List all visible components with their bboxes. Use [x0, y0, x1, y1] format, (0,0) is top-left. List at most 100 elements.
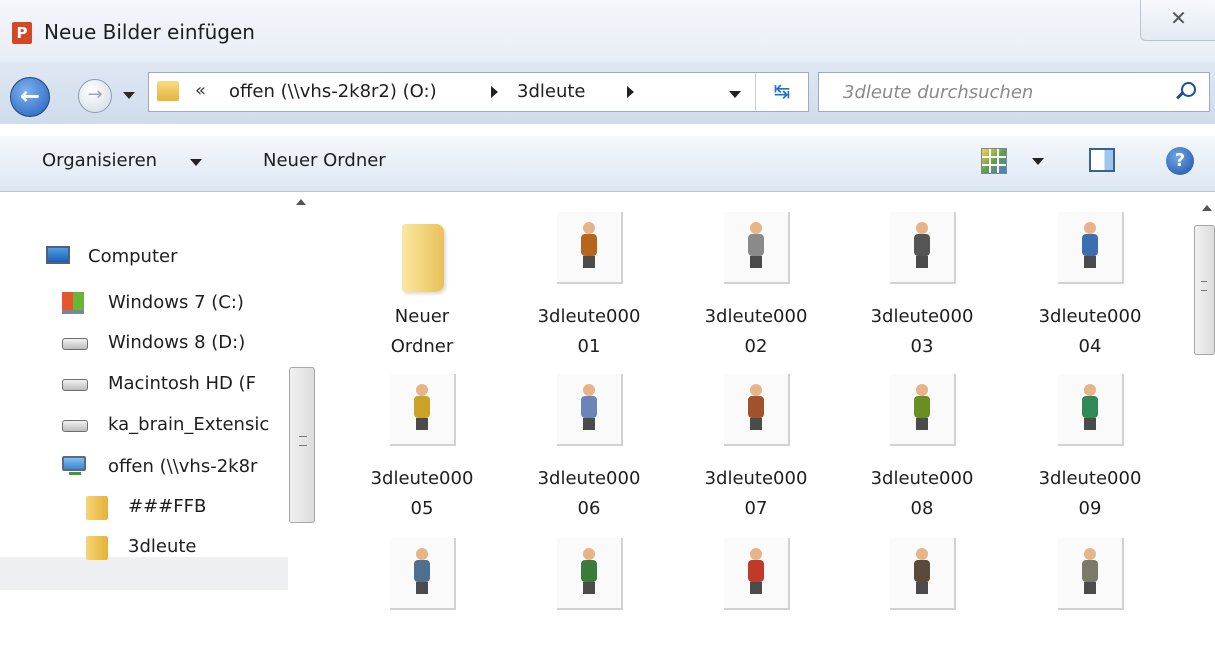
chevron-down-icon[interactable]	[1032, 158, 1044, 165]
character-figure-icon	[579, 548, 599, 594]
search-input[interactable]: 3dleute durchsuchen	[818, 72, 1210, 112]
forward-button[interactable]: →	[78, 79, 112, 113]
breadcrumb-segment[interactable]: 3dleute	[517, 81, 586, 102]
back-button[interactable]: ←	[10, 77, 50, 117]
figure-legs	[916, 582, 928, 594]
content-scrollbar-thumb[interactable]	[1194, 225, 1215, 355]
breadcrumb-arrow-icon[interactable]	[491, 86, 498, 98]
thumbnail-image	[724, 212, 790, 284]
folder-tile[interactable]: Neuer Ordner	[366, 212, 478, 357]
refresh-button[interactable]: ↹	[755, 73, 808, 111]
file-name-line: 08	[910, 498, 934, 519]
figure-body	[914, 560, 930, 582]
nav-item[interactable]: Windows 8 (D:)	[0, 326, 288, 360]
image-tile[interactable]	[366, 538, 478, 658]
organize-button[interactable]: Organisieren	[42, 150, 157, 171]
file-name: 3dleute000 04	[1034, 302, 1146, 362]
thumbnail-image	[390, 374, 456, 446]
file-name-line: 06	[577, 498, 601, 519]
search-placeholder: 3dleute durchsuchen	[843, 82, 1034, 103]
overflow-chevron[interactable]: «	[195, 80, 206, 101]
search-icon[interactable]	[1181, 82, 1196, 97]
nav-item-label: 3dleute	[128, 536, 197, 557]
thumbnail-image	[1058, 212, 1124, 284]
nav-item[interactable]: offen (\\vhs-2k8r	[0, 450, 288, 484]
figure-legs	[583, 418, 595, 430]
image-tile[interactable]: 3dleute000 02	[700, 212, 812, 357]
figure-body	[1082, 560, 1098, 582]
thumbnail-image	[724, 374, 790, 446]
image-tile[interactable]	[866, 538, 978, 658]
figure-head	[916, 384, 928, 396]
image-tile[interactable]	[533, 538, 645, 658]
preview-pane-icon[interactable]	[1089, 148, 1115, 172]
figure-body	[581, 560, 597, 582]
thumbnail-image	[1058, 374, 1124, 446]
help-icon[interactable]: ?	[1166, 147, 1194, 175]
nav-scrollbar-thumb[interactable]	[289, 367, 315, 523]
nav-item[interactable]: Windows 7 (C:)	[0, 286, 288, 320]
address-dropdown-icon[interactable]	[729, 91, 741, 98]
thumbnail-image	[557, 374, 623, 446]
image-tile[interactable]: 3dleute000 05	[366, 374, 478, 519]
nav-item-label: ###FFB	[128, 496, 207, 517]
image-tile[interactable]	[700, 538, 812, 658]
figure-body	[1082, 234, 1098, 256]
figure-body	[414, 396, 430, 418]
image-tile[interactable]	[1034, 538, 1146, 658]
thumbnail-image	[557, 212, 623, 284]
scroll-up-arrow-icon[interactable]	[296, 199, 306, 205]
address-bar[interactable]: « offen (\\vhs-2k8r2) (O:) 3dleute ↹	[148, 72, 809, 112]
image-tile[interactable]: 3dleute000 09	[1034, 374, 1146, 519]
file-name: 3dleute000 06	[533, 464, 645, 524]
scroll-up-arrow-icon[interactable]	[1202, 205, 1212, 211]
image-tile[interactable]: 3dleute000 08	[866, 374, 978, 519]
image-tile[interactable]: 3dleute000 04	[1034, 212, 1146, 357]
image-tile[interactable]: 3dleute000 07	[700, 374, 812, 519]
figure-body	[748, 560, 764, 582]
image-tile[interactable]: 3dleute000 01	[533, 212, 645, 357]
thumbnail-image	[890, 538, 956, 610]
figure-body	[914, 396, 930, 418]
figure-legs	[750, 418, 762, 430]
character-figure-icon	[746, 548, 766, 594]
character-figure-icon	[746, 384, 766, 430]
breadcrumb-segment[interactable]: offen (\\vhs-2k8r2) (O:)	[229, 81, 437, 102]
figure-body	[1082, 396, 1098, 418]
character-figure-icon	[1080, 222, 1100, 268]
file-name: 3dleute000 09	[1034, 464, 1146, 524]
chevron-down-icon[interactable]	[190, 159, 202, 166]
figure-head	[416, 384, 428, 396]
file-name-line: 3dleute000	[870, 468, 974, 489]
thumbnail-image	[890, 212, 956, 284]
nav-item[interactable]: Macintosh HD (F	[0, 367, 288, 401]
network-drive-icon	[62, 456, 86, 475]
file-name: 3dleute000 01	[533, 302, 645, 362]
figure-head	[1084, 222, 1096, 234]
close-button[interactable]: ✕	[1140, 0, 1215, 41]
file-name-line: 01	[577, 336, 601, 357]
figure-legs	[416, 582, 428, 594]
nav-item[interactable]: 3dleute	[0, 530, 288, 564]
image-tile[interactable]: 3dleute000 06	[533, 374, 645, 519]
new-folder-button[interactable]: Neuer Ordner	[263, 150, 386, 171]
figure-legs	[916, 418, 928, 430]
nav-item[interactable]: ka_brain_Extensic	[0, 408, 288, 442]
figure-head	[750, 222, 762, 234]
breadcrumb-arrow-icon[interactable]	[627, 86, 634, 98]
figure-head	[1084, 548, 1096, 560]
file-name-line: 3dleute000	[704, 468, 808, 489]
figure-legs	[416, 418, 428, 430]
folder-icon	[86, 536, 108, 560]
nav-item[interactable]: Computer	[0, 240, 288, 274]
character-figure-icon	[579, 384, 599, 430]
file-name: Neuer Ordner	[366, 302, 478, 362]
recent-pages-dropdown-icon[interactable]	[123, 92, 135, 99]
image-tile[interactable]: 3dleute000 03	[866, 212, 978, 357]
nav-item-label: Computer	[88, 246, 178, 267]
figure-legs	[583, 582, 595, 594]
folder-icon	[157, 81, 179, 101]
figure-legs	[1084, 582, 1096, 594]
nav-item[interactable]: ###FFB	[0, 490, 288, 524]
change-view-icon[interactable]	[981, 148, 1007, 174]
